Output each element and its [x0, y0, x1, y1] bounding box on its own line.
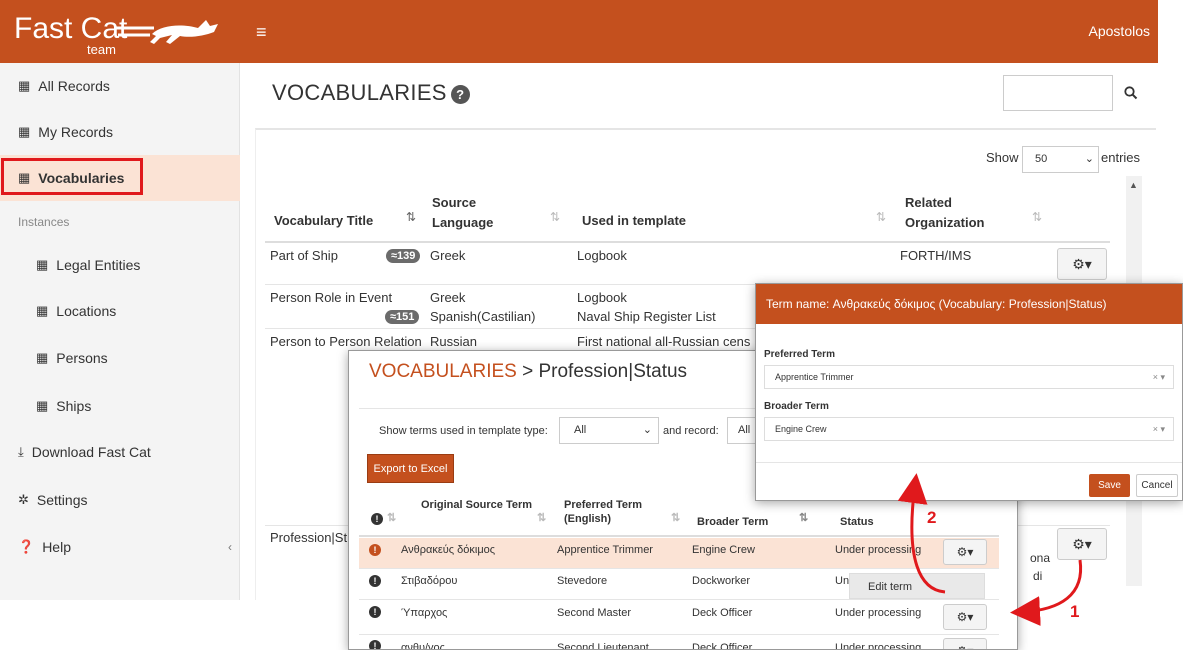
arrow-step-2 [897, 473, 946, 594]
annotation-step-2: 2 [927, 508, 937, 527]
annotation-step-1: 1 [1070, 602, 1080, 621]
annotation-arrows [897, 473, 1083, 627]
